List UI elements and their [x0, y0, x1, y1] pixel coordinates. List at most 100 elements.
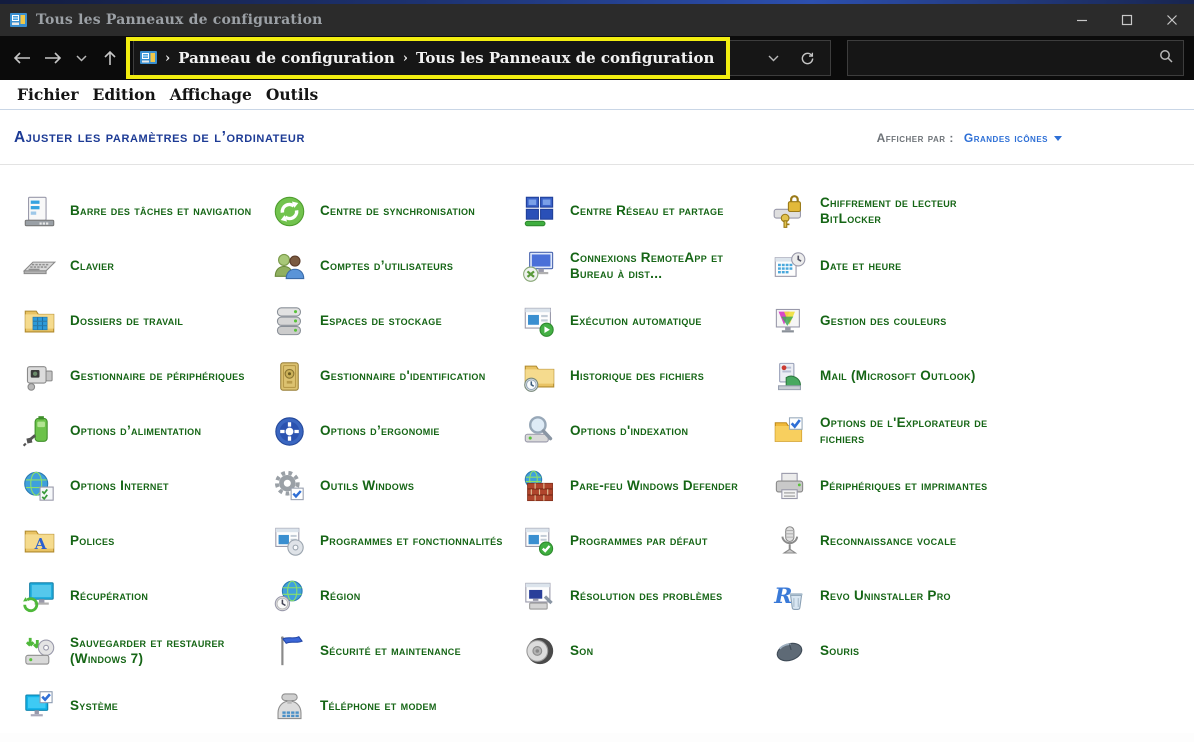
item-label: Revo Uninstaller Pro	[820, 587, 951, 603]
view-by-dropdown[interactable]: Grandes icônes	[964, 131, 1062, 145]
firewall-icon	[522, 469, 557, 504]
item-sound[interactable]: Son	[522, 630, 760, 672]
item-taskbar-navigation[interactable]: Barre des tâches et navigation	[22, 190, 260, 232]
item-file-history[interactable]: Historique des fichiers	[522, 355, 760, 397]
item-sync-center[interactable]: Centre de synchronisation	[272, 190, 510, 232]
device-manager-icon	[22, 359, 57, 394]
item-programs-features[interactable]: Programmes et fonctionnalités	[272, 520, 510, 562]
speech-icon	[772, 524, 807, 559]
item-label: Son	[570, 642, 594, 658]
dropdown-arrow-icon	[1054, 136, 1062, 141]
search-input[interactable]	[858, 50, 1159, 66]
item-device-manager[interactable]: Gestionnaire de périphériques	[22, 355, 260, 397]
item-label: Résolution des problèmes	[570, 587, 723, 603]
item-label: Mail (Microsoft Outlook)	[820, 367, 976, 383]
mail-icon	[772, 359, 807, 394]
item-default-programs[interactable]: Programmes par défaut	[522, 520, 760, 562]
breadcrumb-control-panel[interactable]: Panneau de configuration	[178, 49, 395, 67]
storage-spaces-icon	[272, 304, 307, 339]
item-label: Système	[70, 697, 119, 713]
menu-bar: Fichier Edition Affichage Outils	[0, 80, 1194, 110]
forward-button[interactable]	[37, 41, 68, 75]
menu-affichage[interactable]: Affichage	[163, 83, 259, 106]
item-autoplay[interactable]: Exécution automatique	[522, 300, 760, 342]
work-folders-icon	[22, 304, 57, 339]
item-color-management[interactable]: Gestion des couleurs	[772, 300, 1010, 342]
item-user-accounts[interactable]: Comptes d’utilisateurs	[272, 245, 510, 287]
navigation-bar: › Panneau de configuration › Tous les Pa…	[0, 36, 1194, 80]
item-label: Polices	[70, 532, 115, 548]
item-storage-spaces[interactable]: Espaces de stockage	[272, 300, 510, 342]
item-internet-options[interactable]: Options Internet	[22, 465, 260, 507]
item-fonts[interactable]: A Polices	[22, 520, 260, 562]
credential-manager-icon	[272, 359, 307, 394]
recovery-icon	[22, 579, 57, 614]
svg-text:A: A	[34, 535, 48, 553]
item-label: Souris	[820, 642, 860, 658]
item-windows-tools[interactable]: Outils Windows	[272, 465, 510, 507]
window-controls	[1059, 4, 1194, 36]
up-button[interactable]	[94, 41, 125, 75]
item-label: Gestionnaire d'identification	[320, 367, 486, 383]
address-bar[interactable]: › Panneau de configuration › Tous les Pa…	[126, 37, 831, 79]
menu-edition[interactable]: Edition	[86, 83, 163, 106]
menu-fichier[interactable]: Fichier	[10, 83, 86, 106]
control-panel-location-icon[interactable]	[140, 50, 157, 66]
item-backup-restore[interactable]: Sauvegarder et restaurer (Windows 7)	[22, 630, 260, 672]
item-label: Options de l'Explorateur de fichiers	[820, 414, 988, 447]
search-box[interactable]	[847, 40, 1184, 76]
item-troubleshooting[interactable]: Résolution des problèmes	[522, 575, 760, 617]
item-recovery[interactable]: Récupération	[22, 575, 260, 617]
recent-locations-chevron-icon[interactable]	[68, 41, 94, 75]
item-label: Options d’ergonomie	[320, 422, 440, 438]
item-label: Options Internet	[70, 477, 169, 493]
item-ease-of-access[interactable]: Options d’ergonomie	[272, 410, 510, 452]
item-security-maintenance[interactable]: Sécurité et maintenance	[272, 630, 510, 672]
item-region[interactable]: Région	[272, 575, 510, 617]
color-management-icon	[772, 304, 807, 339]
breadcrumb-all-items[interactable]: Tous les Panneaux de configuration	[416, 49, 714, 67]
item-label: Région	[320, 587, 361, 603]
view-by-control: Afficher par : Grandes icônes	[877, 131, 1062, 145]
refresh-icon[interactable]	[790, 43, 824, 73]
item-mouse[interactable]: Souris	[772, 630, 1010, 672]
region-icon	[272, 579, 307, 614]
view-by-value: Grandes icônes	[963, 131, 1048, 145]
address-dropdown-chevron-icon[interactable]	[756, 43, 790, 73]
item-label: Clavier	[70, 257, 115, 273]
menu-outils[interactable]: Outils	[259, 83, 325, 106]
sound-icon	[522, 634, 557, 669]
item-network-sharing[interactable]: Centre Réseau et partage	[522, 190, 760, 232]
search-icon[interactable]	[1159, 49, 1173, 68]
item-mail[interactable]: Mail (Microsoft Outlook)	[772, 355, 1010, 397]
close-button[interactable]	[1149, 4, 1194, 36]
item-label: Barre des tâches et navigation	[70, 202, 252, 218]
back-button[interactable]	[6, 41, 37, 75]
internet-options-icon	[22, 469, 57, 504]
item-bitlocker[interactable]: Chiffrement de lecteur BitLocker	[772, 190, 1010, 232]
item-firewall[interactable]: Pare-feu Windows Defender	[522, 465, 760, 507]
bitlocker-icon	[772, 194, 807, 229]
item-remoteapp[interactable]: Connexions RemoteApp et Bureau à dist...	[522, 245, 760, 287]
item-system[interactable]: Système	[22, 685, 260, 727]
item-label: Sécurité et maintenance	[320, 642, 461, 658]
page-header: Ajuster les paramètres de l’ordinateur A…	[0, 110, 1194, 165]
item-work-folders[interactable]: Dossiers de travail	[22, 300, 260, 342]
view-by-label: Afficher par :	[876, 131, 954, 145]
item-devices-printers[interactable]: Périphériques et imprimantes	[772, 465, 1010, 507]
item-folder-options[interactable]: Options de l'Explorateur de fichiers	[772, 410, 1010, 452]
item-label: Options d'indexation	[570, 422, 689, 438]
phone-modem-icon	[272, 689, 307, 724]
power-options-icon	[22, 414, 57, 449]
item-indexing-options[interactable]: Options d'indexation	[522, 410, 760, 452]
item-date-time[interactable]: Date et heure	[772, 245, 1010, 287]
item-credential-manager[interactable]: Gestionnaire d'identification	[272, 355, 510, 397]
maximize-button[interactable]	[1104, 4, 1149, 36]
item-keyboard[interactable]: Clavier	[22, 245, 260, 287]
item-speech-recognition[interactable]: Reconnaissance vocale	[772, 520, 1010, 562]
item-revo-uninstaller[interactable]: R Revo Uninstaller Pro	[772, 575, 1010, 617]
item-phone-modem[interactable]: Téléphone et modem	[272, 685, 510, 727]
minimize-button[interactable]	[1059, 4, 1104, 36]
item-power-options[interactable]: Options d’alimentation	[22, 410, 260, 452]
item-label: Date et heure	[820, 257, 902, 273]
